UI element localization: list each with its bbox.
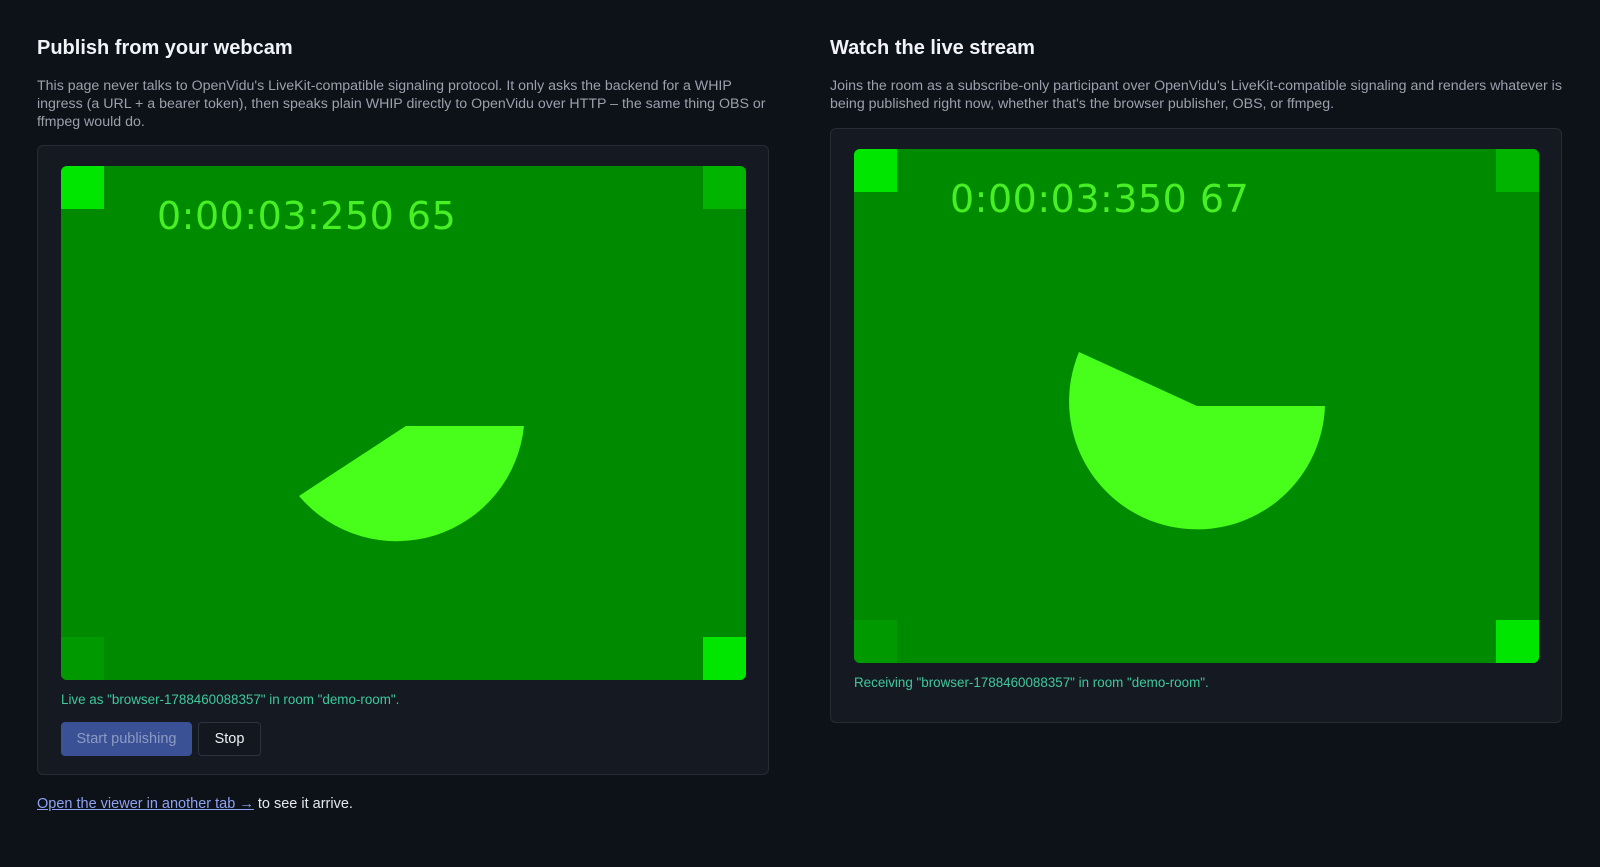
watch-video-player: 0:00:03:350 67 xyxy=(854,149,1539,663)
publish-title: Publish from your webcam xyxy=(37,37,293,59)
test-pattern-wedge xyxy=(1069,352,1325,530)
corner-marker-top-left xyxy=(61,166,104,209)
watch-description: Joins the room as a subscribe-only parti… xyxy=(830,78,1562,112)
corner-marker-bottom-right xyxy=(1496,620,1539,663)
open-viewer-link[interactable]: Open the viewer in another tab → xyxy=(37,796,254,812)
footer-note: Open the viewer in another tab → to see … xyxy=(37,796,353,812)
watch-card: 0:00:03:350 67 Receiving "browser-178846… xyxy=(830,128,1562,723)
publish-video-preview: 0:00:03:250 65 xyxy=(61,166,746,680)
corner-marker-bottom-left xyxy=(854,620,897,663)
stop-button[interactable]: Stop xyxy=(198,722,261,756)
watch-title: Watch the live stream xyxy=(830,37,1035,59)
publish-card: 0:00:03:250 65 Live as "browser-17884600… xyxy=(37,145,769,775)
corner-marker-top-right xyxy=(1496,149,1539,192)
corner-marker-bottom-left xyxy=(61,637,104,680)
test-pattern-wedge xyxy=(299,426,524,542)
publish-status: Live as "browser-1788460088357" in room … xyxy=(61,692,400,707)
publish-description: This page never talks to OpenVidu's Live… xyxy=(37,78,766,130)
watch-timecode: 0:00:03:350 67 xyxy=(950,177,1250,221)
corner-marker-bottom-right xyxy=(703,637,746,680)
start-publishing-button[interactable]: Start publishing xyxy=(61,722,192,756)
watch-status: Receiving "browser-1788460088357" in roo… xyxy=(854,675,1209,690)
corner-marker-top-right xyxy=(703,166,746,209)
publish-timecode: 0:00:03:250 65 xyxy=(157,194,457,238)
footer-suffix: to see it arrive. xyxy=(253,796,353,812)
corner-marker-top-left xyxy=(854,149,897,192)
